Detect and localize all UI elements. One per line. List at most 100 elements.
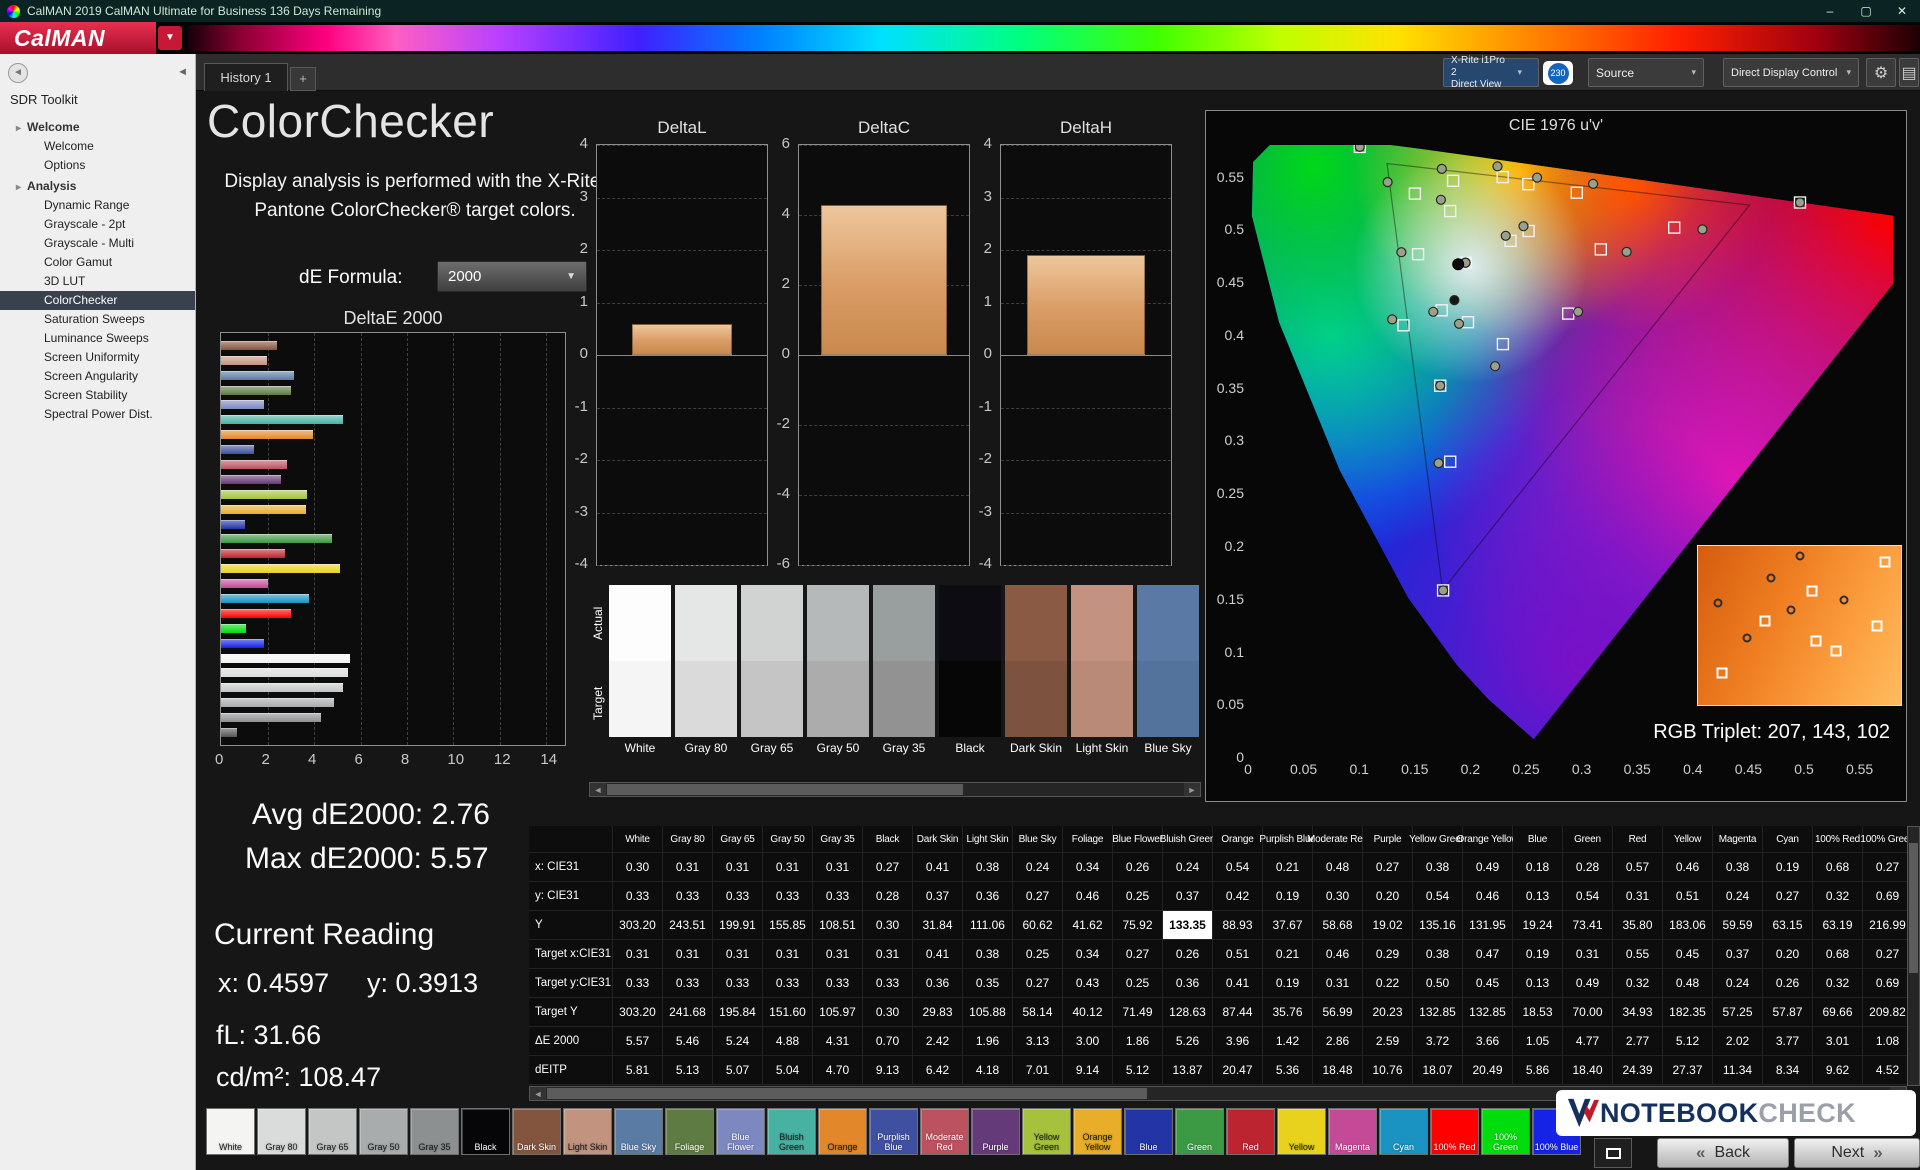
table-cell: 199.91 bbox=[713, 911, 763, 940]
strip-swatch-light-skin[interactable]: Light Skin bbox=[1071, 585, 1133, 759]
deltaH-bar bbox=[1027, 255, 1145, 356]
sidebar-item-screen-stability[interactable]: Screen Stability bbox=[0, 386, 195, 405]
logo-menu-arrow-icon[interactable]: ▼ bbox=[158, 26, 182, 50]
deltae-bar-gray-80 bbox=[221, 668, 348, 678]
patch-button-orange-yellow[interactable]: Orange Yellow bbox=[1073, 1108, 1122, 1155]
patch-button-bluish-green[interactable]: Bluish Green bbox=[767, 1108, 816, 1155]
sidebar-collapse-icon[interactable]: ◄ bbox=[177, 66, 188, 78]
patch-button-gray-80[interactable]: Gray 80 bbox=[257, 1108, 306, 1155]
calman-logo[interactable]: CalMAN bbox=[0, 22, 156, 54]
sidebar-item-options[interactable]: Options bbox=[0, 156, 195, 175]
strip-swatch-gray-65[interactable]: Gray 65 bbox=[741, 585, 803, 759]
patch-button-label: Blue Flower bbox=[726, 1132, 754, 1152]
sidebar-item-colorchecker[interactable]: ColorChecker bbox=[0, 291, 195, 310]
meter-dropdown[interactable]: X-Rite i1Pro 2 Direct View ▾ bbox=[1443, 55, 1539, 90]
strip-swatch-blue-sky[interactable]: Blue Sky bbox=[1137, 585, 1199, 759]
patch-button-purplish-blue[interactable]: Purplish Blue bbox=[869, 1108, 918, 1155]
display-control-dropdown[interactable]: Direct Display Control ▾ bbox=[1723, 58, 1859, 87]
patch-button-white[interactable]: White bbox=[206, 1108, 255, 1155]
inset-measured-point bbox=[1766, 573, 1776, 583]
tab-history-1[interactable]: History 1 bbox=[204, 63, 288, 91]
patch-button-100-green[interactable]: 100% Green bbox=[1481, 1108, 1530, 1155]
swatch-scrollbar[interactable]: ◄ ► bbox=[589, 782, 1201, 797]
table-cell: 241.68 bbox=[663, 998, 713, 1027]
patch-button-green[interactable]: Green bbox=[1175, 1108, 1224, 1155]
scrollbar-thumb[interactable] bbox=[607, 784, 963, 795]
sidebar-item-screen-angularity[interactable]: Screen Angularity bbox=[0, 367, 195, 386]
deltah-title: DeltaH bbox=[1060, 118, 1112, 137]
column-header-gray-80: Gray 80 bbox=[663, 826, 713, 853]
expand-arrow-icon[interactable]: ▸ bbox=[16, 123, 21, 134]
back-button[interactable]: « Back bbox=[1657, 1138, 1789, 1168]
patch-button-blue-sky[interactable]: Blue Sky bbox=[614, 1108, 663, 1155]
sidebar-item-luminance-sweeps[interactable]: Luminance Sweeps bbox=[0, 329, 195, 348]
patch-button-magenta[interactable]: Magenta bbox=[1328, 1108, 1377, 1155]
strip-swatch-dark-skin[interactable]: Dark Skin bbox=[1005, 585, 1067, 759]
sidebar-item-welcome[interactable]: Welcome bbox=[0, 137, 195, 156]
patch-button-foliage[interactable]: Foliage bbox=[665, 1108, 714, 1155]
table-cell: 58.14 bbox=[1013, 998, 1063, 1027]
patch-button-orange[interactable]: Orange bbox=[818, 1108, 867, 1155]
maximize-button[interactable]: ▢ bbox=[1848, 4, 1884, 18]
patch-button-blue-flower[interactable]: Blue Flower bbox=[716, 1108, 765, 1155]
patch-button-gray-50[interactable]: Gray 50 bbox=[359, 1108, 408, 1155]
strip-swatch-gray-50[interactable]: Gray 50 bbox=[807, 585, 869, 759]
scrollbar-thumb[interactable] bbox=[547, 1088, 1147, 1099]
source-dropdown[interactable]: Source ▾ bbox=[1588, 58, 1704, 87]
patch-button-gray-35[interactable]: Gray 35 bbox=[410, 1108, 459, 1155]
patch-button-moderate-red[interactable]: Moderate Red bbox=[920, 1108, 969, 1155]
gridline bbox=[1001, 407, 1171, 409]
strip-swatch-white[interactable]: White bbox=[609, 585, 671, 759]
table-cell: 0.46 bbox=[1313, 940, 1363, 969]
patch-table: White Gray 80 Gray 65 Gray 50 Gray 35 Black Da… bbox=[529, 826, 1920, 1085]
scroll-right-icon[interactable]: ► bbox=[1184, 783, 1200, 796]
minimize-button[interactable]: – bbox=[1812, 4, 1848, 18]
axis-tick-label: 0.55 bbox=[1845, 761, 1874, 777]
table-cell: 0.31 bbox=[613, 940, 663, 969]
patch-button-cyan[interactable]: Cyan bbox=[1379, 1108, 1428, 1155]
close-button[interactable]: ✕ bbox=[1884, 4, 1920, 18]
sidebar-item-color-gamut[interactable]: Color Gamut bbox=[0, 253, 195, 272]
patch-button-light-skin[interactable]: Light Skin bbox=[563, 1108, 612, 1155]
layout-button[interactable]: ▤ bbox=[1899, 58, 1919, 87]
table-cell: 0.19 bbox=[1513, 940, 1563, 969]
patch-button-red[interactable]: Red bbox=[1226, 1108, 1275, 1155]
sidebar-section-welcome[interactable]: ▸ Welcome bbox=[0, 116, 195, 137]
patch-button-black[interactable]: Black bbox=[461, 1108, 510, 1155]
sidebar-item-dynamic-range[interactable]: Dynamic Range bbox=[0, 196, 195, 215]
axis-tick-label: 0.2 bbox=[1460, 761, 1481, 777]
strip-swatch-gray-35[interactable]: Gray 35 bbox=[873, 585, 935, 759]
patch-button-label: Red bbox=[1242, 1141, 1259, 1152]
scroll-left-icon[interactable]: ◄ bbox=[590, 783, 606, 796]
axis-tick-label: 0.4 bbox=[1224, 326, 1244, 343]
settings-button[interactable]: ⚙ bbox=[1866, 58, 1896, 87]
strip-swatch-black[interactable]: Black bbox=[939, 585, 1001, 759]
patch-button-yellow-green[interactable]: Yellow Green bbox=[1022, 1108, 1071, 1155]
sidebar-section-analysis[interactable]: ▸ Analysis bbox=[0, 175, 195, 196]
strip-swatch-gray-80[interactable]: Gray 80 bbox=[675, 585, 737, 759]
sidebar-item-screen-uniformity[interactable]: Screen Uniformity bbox=[0, 348, 195, 367]
scroll-left-icon[interactable]: ◄ bbox=[530, 1087, 546, 1100]
deltae-bar-row bbox=[221, 534, 565, 544]
table-cell: 35.80 bbox=[1613, 911, 1663, 940]
patch-button-yellow[interactable]: Yellow bbox=[1277, 1108, 1326, 1155]
sidebar-item-3d-lut[interactable]: 3D LUT bbox=[0, 272, 195, 291]
table-cell: 5.81 bbox=[613, 1056, 663, 1085]
patch-button-purple[interactable]: Purple bbox=[971, 1108, 1020, 1155]
pattern-window-button[interactable] bbox=[1594, 1138, 1632, 1168]
table-cell: 0.68 bbox=[1813, 940, 1863, 969]
patch-button-gray-65[interactable]: Gray 65 bbox=[308, 1108, 357, 1155]
table-vscrollbar[interactable] bbox=[1907, 826, 1920, 1086]
sidebar-item-grayscale-2pt[interactable]: Grayscale - 2pt bbox=[0, 215, 195, 234]
sidebar-item-saturation-sweeps[interactable]: Saturation Sweeps bbox=[0, 310, 195, 329]
sidebar-item-spectral-power-dist[interactable]: Spectral Power Dist. bbox=[0, 405, 195, 424]
scrollbar-thumb[interactable] bbox=[1909, 843, 1918, 973]
next-button[interactable]: Next » bbox=[1794, 1138, 1920, 1168]
sidebar-item-grayscale-multi[interactable]: Grayscale - Multi bbox=[0, 234, 195, 253]
patch-button-100-red[interactable]: 100% Red bbox=[1430, 1108, 1479, 1155]
add-tab-button[interactable]: + bbox=[290, 67, 316, 91]
expand-arrow-icon[interactable]: ▸ bbox=[16, 182, 21, 193]
patch-button-blue[interactable]: Blue bbox=[1124, 1108, 1173, 1155]
nav-back-icon[interactable]: ◄ bbox=[8, 63, 28, 83]
patch-button-dark-skin[interactable]: Dark Skin bbox=[512, 1108, 561, 1155]
